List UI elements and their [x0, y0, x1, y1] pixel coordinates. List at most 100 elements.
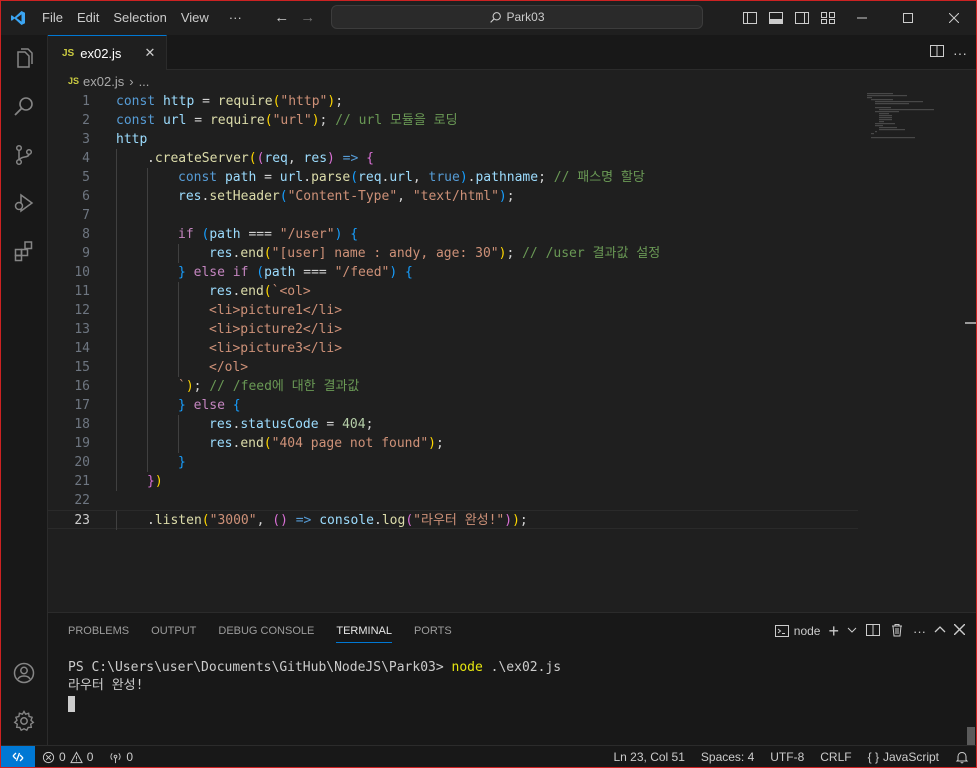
extensions-icon[interactable]: [0, 227, 48, 275]
terminal-instance[interactable]: node: [774, 623, 820, 639]
code-line[interactable]: 18 res.statusCode = 404;: [48, 415, 858, 434]
explorer-icon[interactable]: [0, 35, 48, 83]
code-token: end: [240, 246, 264, 261]
errors-count[interactable]: 0: [59, 750, 66, 764]
breadcrumb-file[interactable]: ex02.js: [83, 74, 124, 89]
code-token: "/feed": [334, 265, 390, 280]
ports-count[interactable]: 0: [126, 750, 133, 764]
code-line[interactable]: 20}: [48, 453, 858, 472]
code-line[interactable]: 5 const path = url.parse(req.url, true).p…: [48, 168, 858, 187]
menu-edit[interactable]: Edit: [70, 0, 106, 35]
indentation[interactable]: Spaces: 4: [701, 750, 754, 764]
indent-guide: [147, 339, 148, 358]
code-token: ;: [335, 94, 344, 109]
source-control-icon[interactable]: [0, 131, 48, 179]
trash-icon[interactable]: [889, 622, 905, 641]
end-of-line[interactable]: CRLF: [820, 750, 851, 764]
search-view-icon[interactable]: [0, 83, 48, 131]
back-arrow-icon[interactable]: ←: [269, 9, 295, 26]
errors-icon[interactable]: [42, 751, 55, 764]
code-line[interactable]: 12 <li>picture1</li>: [48, 301, 858, 320]
menu-view[interactable]: View: [174, 0, 216, 35]
menu-selection[interactable]: Selection: [106, 0, 173, 35]
split-terminal-icon[interactable]: [865, 622, 881, 641]
tab-ex02-js[interactable]: JS ex02.js ✕: [48, 35, 167, 70]
code-token: const: [116, 113, 163, 128]
terminal-scrollbar[interactable]: [967, 727, 975, 745]
language-mode[interactable]: { } JavaScript: [868, 750, 939, 764]
menu-file[interactable]: File: [35, 0, 70, 35]
code-line[interactable]: 6 res.setHeader("Content-Type", "text/htm…: [48, 187, 858, 206]
chevron-down-icon[interactable]: [847, 624, 857, 638]
code-line[interactable]: 9 res.end("[user] name : andy, age: 30");…: [48, 244, 858, 263]
code-line[interactable]: 14 <li>picture3</li>: [48, 339, 858, 358]
code-line[interactable]: 8 if (path === "/user") {: [48, 225, 858, 244]
maximize-button[interactable]: [885, 0, 931, 35]
tab-terminal[interactable]: TERMINAL: [336, 613, 392, 649]
line-number: 1: [82, 94, 90, 109]
forward-arrow-icon[interactable]: →: [295, 9, 321, 26]
code-line[interactable]: 13 <li>picture2</li>: [48, 320, 858, 339]
tab-problems[interactable]: PROBLEMS: [68, 613, 129, 649]
code-line[interactable]: 19 res.end("404 page not found");: [48, 434, 858, 453]
warnings-icon[interactable]: [69, 750, 83, 764]
more-panel-actions-icon[interactable]: ···: [913, 624, 926, 639]
code-token: ,: [412, 170, 429, 185]
code-token: }: [147, 474, 155, 489]
code-line[interactable]: 7: [48, 206, 858, 225]
breadcrumb-more[interactable]: ...: [139, 74, 150, 89]
code-token: listen: [154, 513, 202, 528]
code-line[interactable]: 3 http: [48, 130, 858, 149]
line-number: 2: [82, 113, 90, 128]
code-line[interactable]: 11 res.end(`<ol>: [48, 282, 858, 301]
accounts-icon[interactable]: [0, 649, 48, 697]
command-center-search[interactable]: Park03: [331, 5, 703, 29]
tab-output[interactable]: OUTPUT: [151, 613, 196, 649]
code-token: =: [318, 417, 343, 432]
indent-guide: [116, 263, 117, 282]
split-editor-icon[interactable]: [929, 43, 945, 62]
notifications-bell-icon[interactable]: [955, 750, 969, 764]
code-token: "/user": [279, 227, 335, 242]
tab-debug-console[interactable]: DEBUG CONSOLE: [218, 613, 314, 649]
customize-layout-icon[interactable]: [815, 0, 841, 35]
code-line[interactable]: 21}): [48, 472, 858, 491]
terminal-output[interactable]: PS C:\Users\user\Documents\GitHub\NodeJS…: [68, 659, 561, 713]
code-line[interactable]: 15 </ol>: [48, 358, 858, 377]
line-number: 6: [82, 189, 90, 204]
minimize-button[interactable]: [839, 0, 885, 35]
code-token: .: [147, 513, 155, 528]
code-line[interactable]: 16 `); // /feed에 대한 결과값: [48, 377, 858, 396]
run-debug-icon[interactable]: [0, 179, 48, 227]
line-number: 8: [82, 227, 90, 242]
toggle-secondary-sidebar-icon[interactable]: [789, 0, 815, 35]
close-window-button[interactable]: [931, 0, 977, 35]
code-line[interactable]: 23 .listen("3000", () => console.log("라우터…: [48, 510, 858, 530]
new-terminal-icon[interactable]: +: [828, 622, 839, 640]
tab-ports[interactable]: PORTS: [414, 613, 452, 649]
settings-gear-icon[interactable]: [0, 697, 48, 745]
more-actions-icon[interactable]: ···: [953, 45, 967, 61]
code-line[interactable]: 4 .createServer((req, res) => {: [48, 149, 858, 168]
menu-more[interactable]: ···: [222, 0, 249, 35]
warnings-count[interactable]: 0: [87, 750, 94, 764]
cursor-position[interactable]: Ln 23, Col 51: [614, 750, 685, 764]
code-line[interactable]: 22: [48, 491, 858, 510]
code-token: ;: [506, 189, 515, 204]
line-number: 17: [74, 398, 90, 413]
ports-icon[interactable]: [109, 751, 122, 764]
toggle-panel-icon[interactable]: [763, 0, 789, 35]
maximize-panel-icon[interactable]: [934, 624, 946, 639]
code-line[interactable]: 10} else if (path === "/feed") {: [48, 263, 858, 282]
code-line[interactable]: 2 const url = require("url"); // url 모듈을 …: [48, 111, 858, 130]
code-line[interactable]: 17} else {: [48, 396, 858, 415]
code-line[interactable]: 1 const http = require("http");: [48, 92, 858, 111]
toggle-primary-sidebar-icon[interactable]: [737, 0, 763, 35]
code-editor[interactable]: 1 const http = require("http"); 2 const url…: [48, 92, 977, 612]
minimap[interactable]: [865, 92, 965, 152]
file-encoding[interactable]: UTF-8: [770, 750, 804, 764]
close-panel-icon[interactable]: [953, 623, 966, 638]
tab-close-icon[interactable]: ✕: [142, 45, 158, 61]
code-token: "http": [280, 94, 328, 109]
remote-indicator-icon[interactable]: [0, 746, 35, 768]
